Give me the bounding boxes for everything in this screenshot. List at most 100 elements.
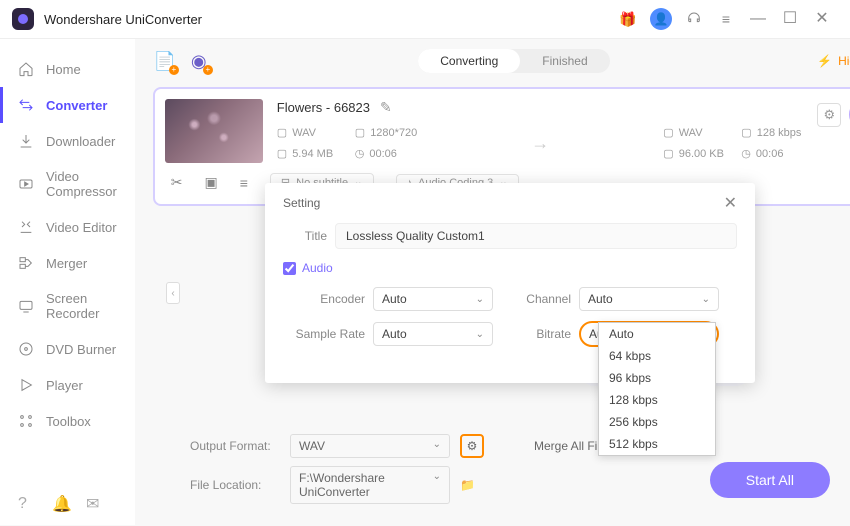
clock-icon: ◷ (355, 147, 365, 160)
help-icon[interactable]: ? (18, 496, 34, 512)
bitrate-option[interactable]: 512 kbps (599, 433, 715, 455)
sidebar-item-merger[interactable]: Merger (0, 245, 135, 281)
headset-icon[interactable] (684, 9, 704, 29)
sidebar-item-dvd[interactable]: DVD Burner (0, 331, 135, 367)
sidebar-item-label: Downloader (46, 134, 115, 149)
high-speed-toggle[interactable]: ⚡ High Speed Conversion (817, 54, 850, 68)
encoder-label: Encoder (283, 292, 365, 306)
source-duration: 00:06 (369, 148, 397, 160)
maximize-icon[interactable]: ☐ (780, 9, 800, 29)
bolt-icon: ⚡ (817, 54, 832, 68)
sidebar-item-label: Video Compressor (46, 169, 117, 199)
title-input[interactable] (335, 223, 737, 249)
add-dvd-button[interactable]: ◉+ (187, 49, 211, 73)
start-all-button[interactable]: Start All (710, 462, 830, 498)
converter-icon (18, 97, 34, 113)
bitrate-option[interactable]: 128 kbps (599, 389, 715, 411)
sample-rate-value: Auto (382, 327, 407, 341)
dest-size: 96.00 KB (679, 148, 724, 160)
sidebar-item-label: Player (46, 378, 83, 393)
app-logo (12, 8, 34, 30)
menu-icon[interactable]: ≡ (716, 9, 736, 29)
video-thumbnail[interactable] (165, 99, 263, 163)
sidebar-item-label: Screen Recorder (46, 291, 117, 321)
size-icon: ▢ (277, 147, 287, 160)
sidebar-item-player[interactable]: Player (0, 367, 135, 403)
format-icon: ▢ (277, 126, 287, 139)
merger-icon (18, 255, 34, 271)
sidebar-item-home[interactable]: Home (0, 51, 135, 87)
resolution-icon: ▢ (355, 126, 365, 139)
source-size: 5.94 MB (292, 148, 333, 160)
sidebar-item-label: Merger (46, 256, 87, 271)
minimize-icon[interactable]: — (748, 9, 768, 29)
effects-icon[interactable]: ≡ (240, 175, 248, 191)
crop-icon[interactable]: ▣ (205, 174, 218, 191)
player-icon (18, 377, 34, 393)
output-format-settings-icon[interactable]: ⚙ (460, 434, 484, 458)
sidebar-item-label: DVD Burner (46, 342, 116, 357)
title-label: Title (283, 229, 327, 243)
file-location-select[interactable]: F:\Wondershare UniConverter⌄ (290, 466, 450, 504)
bitrate-option[interactable]: 64 kbps (599, 345, 715, 367)
dvd-icon (18, 341, 34, 357)
sidebar-item-downloader[interactable]: Downloader (0, 123, 135, 159)
bitrate-dropdown: Auto 64 kbps 96 kbps 128 kbps 256 kbps 5… (598, 322, 716, 456)
bitrate-option[interactable]: 96 kbps (599, 367, 715, 389)
editor-icon (18, 219, 34, 235)
trim-icon[interactable]: ✂ (171, 174, 183, 191)
source-format: WAV (292, 127, 316, 139)
channel-select[interactable]: Auto⌄ (579, 287, 719, 311)
edit-title-icon[interactable]: ✎ (380, 99, 392, 116)
feedback-icon[interactable]: ✉ (86, 496, 102, 512)
home-icon (18, 61, 34, 77)
output-format-label: Output Format: (190, 439, 280, 453)
item-title-text: Flowers - 66823 (277, 100, 370, 115)
notification-icon[interactable]: 🔔 (52, 496, 68, 512)
gift-icon[interactable]: 🎁 (618, 9, 638, 29)
arrow-icon: → (531, 133, 549, 154)
sidebar-item-converter[interactable]: Converter (0, 87, 135, 123)
sidebar-item-editor[interactable]: Video Editor (0, 209, 135, 245)
high-speed-label: High Speed Conversion (838, 54, 850, 68)
chevron-down-icon: ⌄ (476, 294, 484, 305)
panel-title: Setting (283, 196, 320, 210)
audio-checkbox[interactable] (283, 262, 296, 275)
dest-bitrate: 128 kbps (757, 127, 802, 139)
channel-label: Channel (501, 292, 571, 306)
output-format-value: WAV (299, 439, 325, 453)
sidebar-item-label: Converter (46, 98, 107, 113)
sample-rate-label: Sample Rate (283, 327, 365, 341)
tab-finished[interactable]: Finished (520, 49, 609, 73)
output-settings-icon[interactable]: ⚙ (817, 103, 841, 127)
sidebar-item-compressor[interactable]: Video Compressor (0, 159, 135, 209)
sidebar-item-label: Video Editor (46, 220, 117, 235)
file-location-value: F:\Wondershare UniConverter (299, 471, 433, 499)
tab-converting[interactable]: Converting (418, 49, 520, 73)
app-title: Wondershare UniConverter (44, 12, 202, 27)
add-file-button[interactable]: 📄+ (153, 49, 177, 73)
sidebar-item-label: Home (46, 62, 81, 77)
channel-value: Auto (588, 292, 613, 306)
format-icon: ▢ (663, 126, 673, 139)
status-tabs: Converting Finished (418, 49, 609, 73)
output-format-select[interactable]: WAV⌄ (290, 434, 450, 458)
bitrate-option[interactable]: Auto (599, 323, 715, 345)
sidebar-item-recorder[interactable]: Screen Recorder (0, 281, 135, 331)
bitrate-option[interactable]: 256 kbps (599, 411, 715, 433)
compressor-icon (18, 176, 34, 192)
titlebar: Wondershare UniConverter 🎁 👤 ≡ — ☐ ✕ (0, 0, 850, 39)
bitrate-icon: ▢ (741, 126, 751, 139)
sample-rate-select[interactable]: Auto⌄ (373, 322, 493, 346)
open-folder-icon[interactable]: 📁 (460, 478, 475, 492)
dest-duration: 00:06 (756, 148, 784, 160)
size-icon: ▢ (663, 147, 673, 160)
download-icon (18, 133, 34, 149)
clock-icon: ◷ (741, 147, 751, 160)
encoder-value: Auto (382, 292, 407, 306)
close-icon[interactable]: ✕ (812, 9, 832, 29)
audio-checkbox-row[interactable]: Audio (283, 261, 737, 275)
close-panel-icon[interactable]: ✕ (724, 193, 737, 213)
encoder-select[interactable]: Auto ⌄ (373, 287, 493, 311)
user-avatar-icon[interactable]: 👤 (650, 8, 672, 30)
